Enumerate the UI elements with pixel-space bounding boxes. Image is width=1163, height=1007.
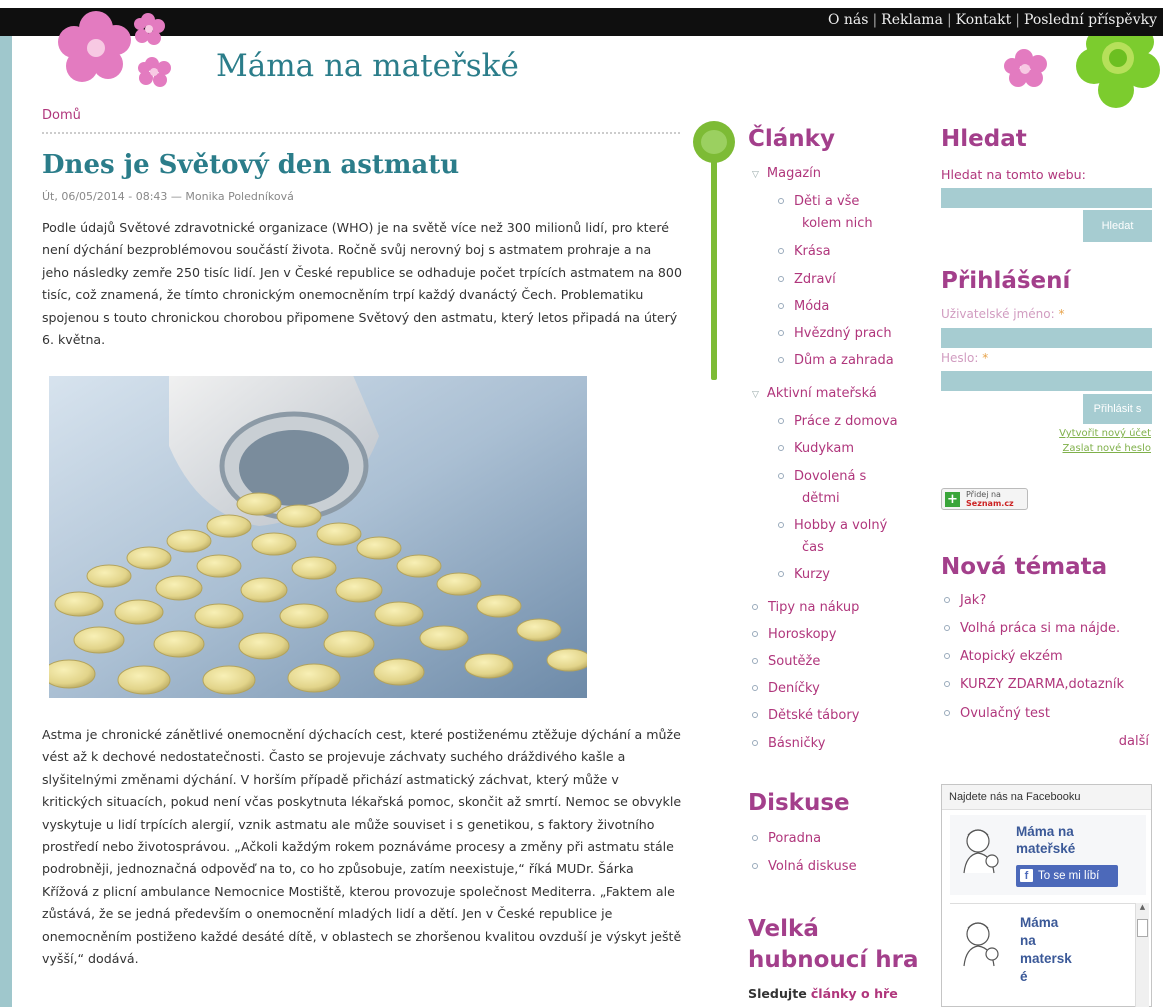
topics-more-link[interactable]: další xyxy=(1119,734,1149,749)
create-account-link[interactable]: Vytvořit nový účet xyxy=(1059,428,1151,439)
menu-item-krasa[interactable]: Krása xyxy=(778,244,831,259)
menu-item-deti-cont[interactable]: kolem nich xyxy=(802,216,873,231)
menu-item-detske-tabory[interactable]: Dětské tábory xyxy=(752,708,859,723)
stem-decoration xyxy=(711,140,717,380)
scroll-up-arrow-icon[interactable]: ▲ xyxy=(1136,903,1149,911)
topic-item[interactable]: Jak? xyxy=(944,593,986,608)
menu-item-horoskopy[interactable]: Horoskopy xyxy=(752,627,836,642)
mother-avatar-icon xyxy=(963,829,999,874)
search-label: Hledat na tomto webu: xyxy=(941,167,1086,182)
seznam-badge-text: Přidej na Seznam.cz xyxy=(966,490,1014,508)
search-heading: Hledat xyxy=(941,126,1027,152)
menu-item-zdravi[interactable]: Zdraví xyxy=(778,272,836,287)
menu-item-denicky[interactable]: Deníčky xyxy=(752,681,820,696)
hra-text: Sledujte články o hře xyxy=(748,986,898,1001)
login-button[interactable]: Přihlásit s xyxy=(1083,394,1152,424)
scrollbar-thumb[interactable] xyxy=(1137,919,1148,937)
menu-item-kudykam[interactable]: Kudykam xyxy=(778,441,854,456)
top-nav: O nás | Reklama | Kontakt | Poslední příspěvky xyxy=(827,12,1157,28)
facebook-feed-scrollbar[interactable]: ▲ xyxy=(1135,903,1149,1007)
flower-decoration-right xyxy=(1004,36,1160,108)
menu-item-moda[interactable]: Móda xyxy=(778,299,829,314)
plus-icon: + xyxy=(945,492,960,507)
mother-avatar-icon xyxy=(963,922,999,967)
article-meta: Út, 06/05/2014 - 08:43 — Monika Poledník… xyxy=(42,190,294,203)
menu-item-aktivni-materska[interactable]: ▽ Aktivní mateřská xyxy=(752,386,877,401)
menu-item-magazin[interactable]: ▽ Magazín xyxy=(752,166,821,181)
login-heading: Přihlášení xyxy=(941,268,1071,294)
menu-item-kurzy[interactable]: Kurzy xyxy=(778,567,830,582)
menu-item-tipy-na-nakup[interactable]: Tipy na nákup xyxy=(752,600,859,615)
left-accent-band xyxy=(0,36,12,1007)
menu-item-deti[interactable]: Děti a vše xyxy=(778,194,859,209)
facebook-widget-header: Najdete nás na Facebooku xyxy=(942,785,1151,810)
article-title: Dnes je Světový den astmatu xyxy=(42,150,460,180)
facebook-page-name[interactable]: Máma na mateřské xyxy=(1016,823,1075,857)
diskuse-heading: Diskuse xyxy=(748,790,850,816)
menu-item-basnicky[interactable]: Básničky xyxy=(752,736,825,751)
menu-item-volna-diskuse[interactable]: Volná diskuse xyxy=(752,859,857,874)
menu-item-poradna[interactable]: Poradna xyxy=(752,831,821,846)
nav-posledni-prispevky[interactable]: Poslední příspěvky xyxy=(1024,12,1157,28)
breadcrumb-home-link[interactable]: Domů xyxy=(42,108,81,123)
username-input[interactable] xyxy=(941,328,1152,348)
menu-item-dovolena-cont[interactable]: dětmi xyxy=(802,491,840,506)
nova-temata-heading: Nová témata xyxy=(941,554,1108,580)
facebook-widget: Najdete nás na Facebooku Máma na mateřské… xyxy=(941,784,1152,1007)
topic-item[interactable]: Volhá práca si ma nájde. xyxy=(944,621,1120,636)
menu-item-hobby[interactable]: Hobby a volný xyxy=(778,518,887,533)
nav-reklama[interactable]: Reklama xyxy=(881,12,943,28)
seznam-badge[interactable]: + Přidej na Seznam.cz xyxy=(941,488,1028,510)
password-label: Heslo: * xyxy=(941,351,989,365)
username-label: Uživatelské jméno: * xyxy=(941,307,1065,321)
menu-item-prace-z-domova[interactable]: Práce z domova xyxy=(778,414,898,429)
bulb-inner-decoration xyxy=(701,130,727,154)
menu-item-souteze[interactable]: Soutěže xyxy=(752,654,820,669)
site-title[interactable]: Máma na mateřské xyxy=(216,48,519,84)
menu-item-hobby-cont[interactable]: čas xyxy=(802,540,824,555)
menu-item-hvezdny-prach[interactable]: Hvězdný prach xyxy=(778,326,892,341)
breadcrumb: Domů xyxy=(42,108,680,134)
search-button[interactable]: Hledat xyxy=(1083,210,1152,242)
search-input[interactable] xyxy=(941,188,1152,208)
facebook-page-card: Máma na mateřské f To se mi líbí xyxy=(950,815,1146,895)
nav-kontakt[interactable]: Kontakt xyxy=(956,12,1012,28)
article-image-pills xyxy=(49,376,587,698)
reset-password-link[interactable]: Zaslat nové heslo xyxy=(1063,443,1152,454)
topic-item[interactable]: Atopický ekzém xyxy=(944,649,1063,664)
menu-item-dum-a-zahrada[interactable]: Dům a zahrada xyxy=(778,353,894,368)
article-paragraph-1: Podle údajů Světové zdravotnické organiz… xyxy=(42,220,682,348)
facebook-like-button[interactable]: f To se mi líbí xyxy=(1016,865,1118,887)
topic-item[interactable]: Ovulačný test xyxy=(944,706,1050,721)
topic-item[interactable]: KURZY ZDARMA,dotazník xyxy=(944,677,1124,692)
hra-articles-link[interactable]: články o hře xyxy=(811,986,898,1001)
facebook-feed-page-name[interactable]: Máma na matersk é xyxy=(1020,914,1072,986)
flower-decoration-left xyxy=(58,11,171,87)
clanky-heading: Články xyxy=(748,126,835,152)
facebook-feed[interactable]: Máma na matersk é xyxy=(950,903,1136,1007)
article-paragraph-2: Astma je chronické zánětlivé onemocnění … xyxy=(42,727,682,967)
nav-o-nas[interactable]: O nás xyxy=(828,12,868,28)
password-input[interactable] xyxy=(941,371,1152,391)
facebook-logo-icon: f xyxy=(1020,869,1033,882)
hra-heading: Velká hubnoucí hra xyxy=(748,916,919,973)
main-content: Domů Dnes je Světový den astmatu Út, 06/… xyxy=(42,108,682,351)
menu-item-dovolena[interactable]: Dovolená s xyxy=(778,469,866,484)
